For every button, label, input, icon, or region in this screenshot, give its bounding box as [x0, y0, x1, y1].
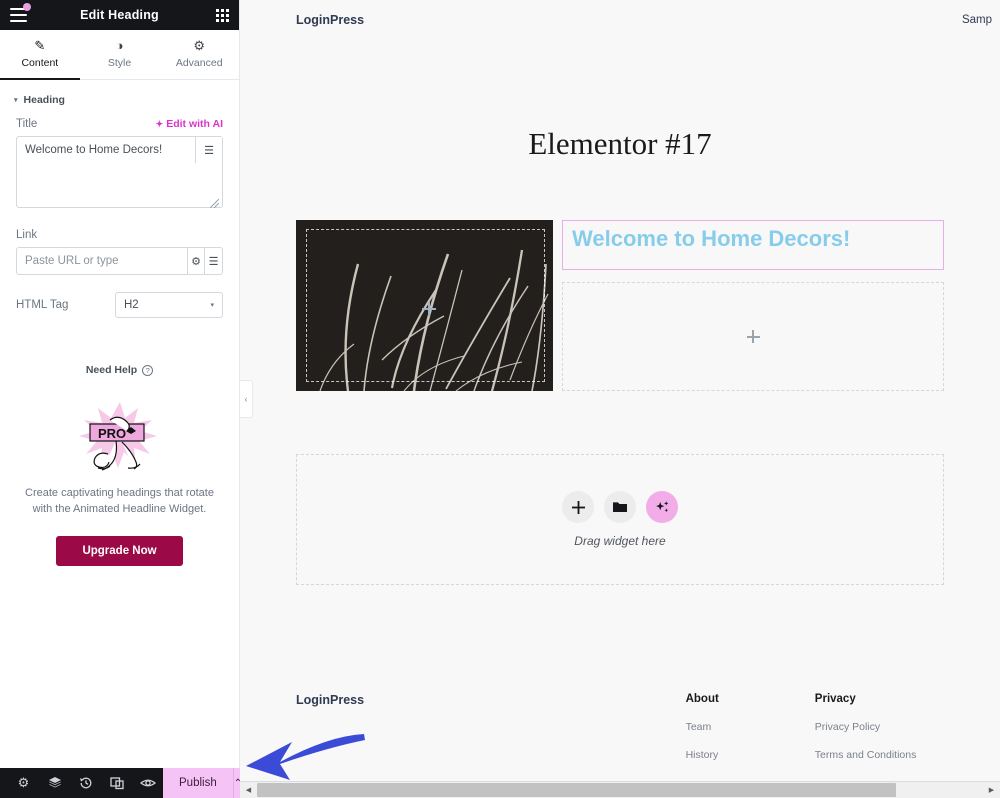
title-field-group: Title ✦ Edit with AI ☰	[0, 118, 239, 213]
link-label: Link	[16, 229, 38, 241]
image-column	[296, 220, 553, 391]
heading-widget-text: Welcome to Home Decors!	[572, 226, 851, 251]
site-footer: LoginPress About Team History Privacy Pr…	[296, 693, 944, 777]
hamburger-menu-icon[interactable]	[10, 3, 31, 22]
footer-brand[interactable]: LoginPress	[296, 693, 686, 777]
html-tag-value: H2	[124, 299, 139, 311]
dropzone-label: Drag widget here	[574, 534, 666, 548]
link-field-group: Link ⚙ ☰	[0, 229, 239, 275]
section-heading-toggle[interactable]: ▾ Heading	[0, 80, 239, 118]
heading-widget[interactable]: Welcome to Home Decors!	[562, 220, 944, 270]
settings-gear-icon[interactable]: ⚙	[8, 768, 39, 798]
panel-collapse-handle[interactable]: ‹	[240, 380, 253, 418]
pro-promo: PRO Create captivating headings that rot…	[0, 376, 239, 566]
plus-cursor-icon	[422, 302, 436, 316]
link-field-row: Link	[16, 229, 223, 241]
sparkle-icon: ✦	[155, 118, 164, 129]
tab-content[interactable]: ✎ Content	[0, 30, 80, 80]
title-field-row: Title ✦ Edit with AI	[16, 118, 223, 130]
editor-panel: Edit Heading ✎ Content ◑ Style ⚙ Advance…	[0, 0, 243, 798]
footer-heading-privacy: Privacy	[814, 693, 856, 705]
chevron-down-icon: ▾	[210, 302, 214, 309]
site-header: LoginPress Samp	[240, 0, 1000, 40]
tab-content-label: Content	[21, 57, 59, 69]
html-tag-label: HTML Tag	[16, 299, 69, 311]
need-help-link[interactable]: Need Help ?	[0, 364, 239, 376]
notification-dot-icon	[23, 3, 31, 11]
tab-style-label: Style	[107, 57, 132, 69]
title-textarea-wrap: ☰	[16, 136, 223, 213]
panel-footer-icons: ⚙	[0, 768, 163, 798]
html-tag-group: HTML Tag H2 ▾	[0, 292, 239, 318]
nav-item-sample-page[interactable]: Samp	[962, 14, 992, 26]
preview-eye-icon[interactable]	[132, 768, 163, 798]
footer-column-privacy: Privacy Privacy Policy Terms and Conditi…	[815, 693, 944, 777]
section-two-columns: Welcome to Home Decors!	[296, 220, 944, 391]
link-dynamic-tags-icon[interactable]: ☰	[205, 247, 223, 275]
publish-button[interactable]: Publish	[163, 768, 233, 798]
pro-promo-text: Create captivating headings that rotate …	[25, 487, 214, 515]
scroll-left-arrow-icon[interactable]: ◀	[240, 782, 257, 798]
need-help-label: Need Help	[85, 364, 138, 376]
html-tag-row: HTML Tag H2 ▾	[16, 292, 223, 318]
link-input-wrap: ⚙ ☰	[16, 247, 223, 275]
upgrade-now-button[interactable]: Upgrade Now	[56, 535, 183, 566]
panel-body: ▾ Heading Title ✦ Edit with AI ☰	[0, 80, 239, 798]
footer-link-history[interactable]: History	[686, 749, 815, 761]
tab-style[interactable]: ◑ Style	[80, 30, 160, 80]
tab-advanced-label: Advanced	[175, 57, 223, 69]
gear-icon: ⚙	[193, 38, 205, 53]
edit-with-ai-link[interactable]: ✦ Edit with AI	[156, 118, 223, 130]
html-tag-select[interactable]: H2 ▾	[115, 292, 223, 318]
image-widget[interactable]	[296, 220, 553, 391]
folder-templates-button[interactable]	[604, 491, 636, 523]
footer-heading-about: About	[685, 693, 719, 705]
pro-badge-art: PRO	[78, 402, 157, 471]
grid-apps-icon[interactable]	[216, 8, 229, 22]
edit-with-ai-label: Edit with AI	[166, 118, 223, 130]
chevron-down-icon: ▾	[14, 97, 18, 104]
empty-column-dropzone[interactable]	[562, 282, 944, 391]
dropzone-buttons	[562, 491, 678, 523]
pro-promo-illustration: PRO	[22, 398, 217, 474]
footer-link-privacy-policy[interactable]: Privacy Policy	[815, 721, 944, 733]
horizontal-scrollbar[interactable]: ◀ ▶	[240, 781, 1000, 798]
page-title: Elementor #17	[528, 126, 712, 161]
link-options-gear-icon[interactable]: ⚙	[187, 247, 206, 275]
drag-widget-dropzone[interactable]: Drag widget here	[296, 454, 944, 585]
panel-title: Edit Heading	[80, 8, 159, 22]
title-input[interactable]	[16, 136, 223, 208]
footer-column-about: About Team History	[686, 693, 815, 777]
panel-footer-toolbar: ⚙ Publish ⌃	[0, 768, 243, 798]
elementor-editor: Edit Heading ✎ Content ◑ Style ⚙ Advance…	[0, 0, 1000, 798]
ai-sparkle-button[interactable]	[646, 491, 678, 523]
section-heading-label: Heading	[23, 94, 65, 106]
title-label: Title	[16, 118, 38, 130]
tab-advanced[interactable]: ⚙ Advanced	[159, 30, 239, 80]
panel-header: Edit Heading	[0, 0, 239, 30]
history-revisions-icon[interactable]	[70, 768, 101, 798]
scroll-right-arrow-icon[interactable]: ▶	[983, 782, 1000, 798]
contrast-circle-icon: ◑	[115, 38, 124, 53]
footer-link-terms[interactable]: Terms and Conditions	[815, 749, 944, 761]
panel-tabs: ✎ Content ◑ Style ⚙ Advanced	[0, 30, 239, 80]
pencil-icon: ✎	[34, 38, 46, 53]
content-column: Welcome to Home Decors!	[562, 220, 944, 391]
title-dynamic-tags-icon[interactable]: ☰	[195, 137, 222, 163]
preview-canvas: LoginPress Samp Elementor #17 Welcome to…	[240, 0, 1000, 781]
scrollbar-thumb[interactable]	[257, 782, 896, 797]
svg-text:PRO: PRO	[98, 426, 126, 441]
site-brand[interactable]: LoginPress	[296, 13, 364, 27]
footer-link-team[interactable]: Team	[686, 721, 815, 733]
link-input[interactable]	[16, 247, 187, 275]
responsive-preview-icon[interactable]	[101, 768, 132, 798]
scrollbar-track[interactable]	[257, 782, 983, 798]
navigator-layers-icon[interactable]	[39, 768, 70, 798]
question-circle-icon: ?	[142, 364, 154, 376]
add-widget-button[interactable]	[562, 491, 594, 523]
plus-icon	[746, 330, 760, 343]
